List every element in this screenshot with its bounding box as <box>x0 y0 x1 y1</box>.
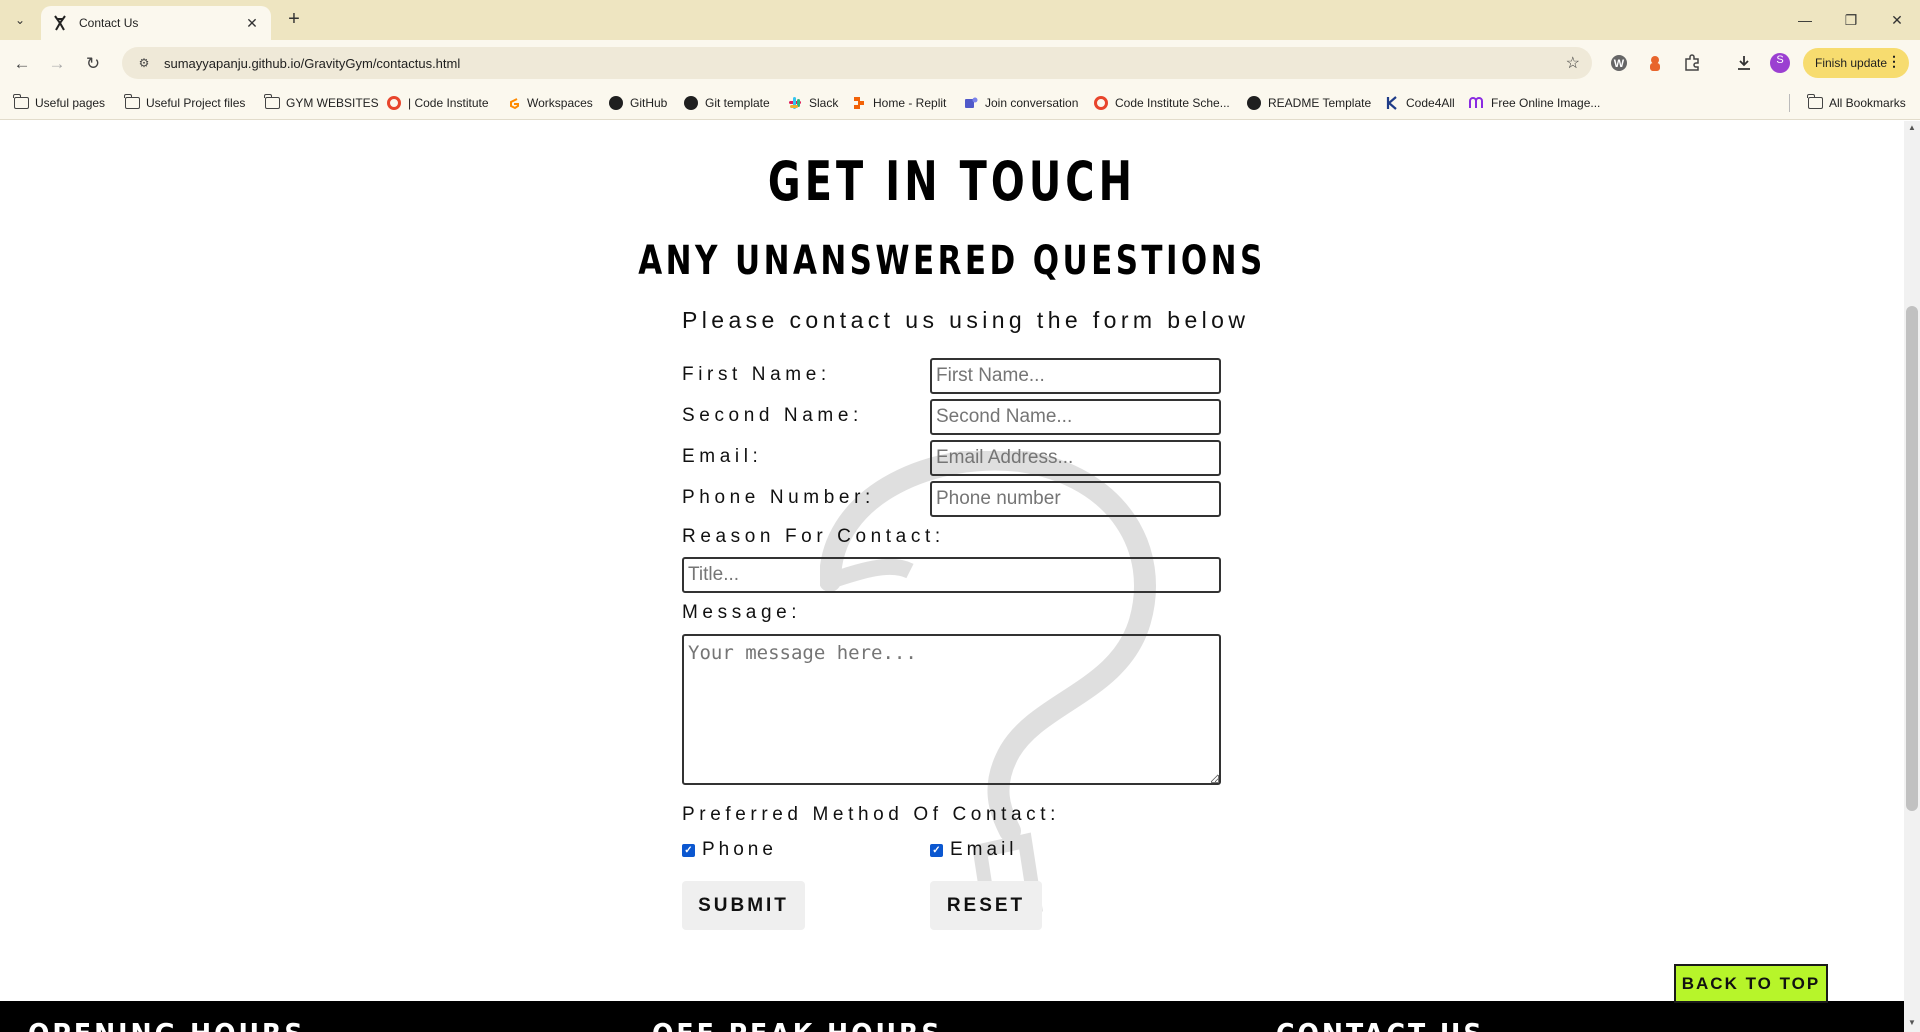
bookmark-star-icon[interactable]: ☆ <box>1566 53 1580 73</box>
extension-orange-icon[interactable] <box>1643 51 1667 75</box>
phone-checkbox[interactable]: ✓ <box>682 844 695 857</box>
bookmark-github[interactable]: GitHub <box>608 94 667 112</box>
reason-input[interactable] <box>682 557 1221 593</box>
bookmark-code-institute[interactable]: | Code Institute <box>386 94 489 112</box>
bookmark-useful-project-files[interactable]: Useful Project files <box>123 94 245 112</box>
footer-off-peak-heading: OFF PEAK HOURS <box>652 1017 943 1032</box>
bookmark-code-institute-schedule[interactable]: Code Institute Sche... <box>1093 94 1230 112</box>
bookmark-readme-template[interactable]: README Template <box>1246 94 1371 112</box>
first-name-label: First Name: <box>682 364 831 385</box>
bookmark-replit[interactable]: Home - Replit <box>851 94 946 112</box>
code-institute-icon <box>386 95 402 111</box>
reload-icon[interactable]: ↻ <box>80 51 106 77</box>
reason-label: Reason For Contact: <box>682 526 945 547</box>
page-subtitle: ANY UNANSWERED QUESTIONS <box>638 238 1266 284</box>
bookmark-workspaces[interactable]: Workspaces <box>505 94 593 112</box>
folder-icon <box>123 94 140 111</box>
finish-update-button[interactable]: Finish update ⋮ <box>1803 48 1909 78</box>
scroll-up-arrow-icon[interactable]: ▲ <box>1906 123 1918 135</box>
bookmark-slack[interactable]: Slack <box>787 94 838 112</box>
profile-avatar[interactable]: S <box>1768 51 1792 75</box>
bookmark-gym-websites[interactable]: GYM WEBSITES <box>263 94 379 112</box>
bookmark-git-template[interactable]: Git template <box>683 94 770 112</box>
replit-icon <box>851 95 867 111</box>
tab-close-icon[interactable]: ✕ <box>243 15 261 32</box>
gitpod-icon <box>505 95 521 111</box>
folder-icon <box>263 94 280 111</box>
teams-icon <box>963 95 979 111</box>
code-institute-icon <box>1093 95 1109 111</box>
tab-contact-us[interactable]: Contact Us ✕ <box>41 6 271 40</box>
bookmarks-bar: Useful pages Useful Project files GYM WE… <box>0 86 1920 120</box>
restore-icon[interactable]: ❐ <box>1828 0 1874 40</box>
footer-contact-heading: CONTACT US <box>1276 1017 1485 1032</box>
image-tool-icon <box>1469 95 1485 111</box>
second-name-label: Second Name: <box>682 405 863 426</box>
profile-initial: S <box>1776 54 1784 66</box>
email-label: Email: <box>682 446 763 467</box>
minimize-icon[interactable]: — <box>1782 0 1828 40</box>
site-footer: OPENING HOURS OFF PEAK HOURS CONTACT US <box>0 1001 1904 1032</box>
code4all-icon <box>1384 95 1400 111</box>
reset-button[interactable]: RESET <box>930 881 1042 930</box>
bookmarks-divider <box>1789 94 1790 112</box>
submit-button[interactable]: SUBMIT <box>682 881 805 930</box>
phone-number-input[interactable] <box>930 481 1221 517</box>
bookmark-free-online-image[interactable]: Free Online Image... <box>1469 94 1600 112</box>
site-favicon-icon <box>51 14 69 32</box>
close-window-icon[interactable]: ✕ <box>1874 0 1920 40</box>
github-icon <box>608 95 624 111</box>
address-bar[interactable]: ⚙ sumayyapanju.github.io/GravityGym/cont… <box>122 47 1592 79</box>
form-intro-text: Please contact us using the form below <box>682 307 1250 333</box>
folder-icon <box>12 94 29 111</box>
tab-title: Contact Us <box>79 16 139 30</box>
back-to-top-button[interactable]: BACK TO TOP <box>1674 964 1828 1003</box>
phone-option-label: Phone <box>702 839 777 860</box>
svg-text:W: W <box>1614 58 1625 70</box>
site-info-icon[interactable]: ⚙ <box>134 53 154 73</box>
scrollbar-thumb[interactable] <box>1906 306 1918 811</box>
footer-opening-hours-heading: OPENING HOURS <box>28 1017 306 1032</box>
bookmark-code4all[interactable]: Code4All <box>1384 94 1455 112</box>
wordpress-extension-icon[interactable]: W <box>1607 51 1631 75</box>
more-menu-icon: ⋮ <box>1887 53 1901 69</box>
preferred-contact-label: Preferred Method Of Contact: <box>682 804 1061 825</box>
bookmark-join-conversation[interactable]: Join conversation <box>963 94 1078 112</box>
textarea-resize-handle[interactable] <box>1211 775 1219 783</box>
finish-update-label: Finish update <box>1815 56 1888 70</box>
email-checkbox[interactable]: ✓ <box>930 844 943 857</box>
slack-icon <box>787 95 803 111</box>
scroll-down-arrow-icon[interactable]: ▼ <box>1906 1018 1918 1030</box>
message-textarea[interactable] <box>682 634 1221 785</box>
tab-search-icon[interactable]: ⌄ <box>8 8 32 32</box>
bookmark-useful-pages[interactable]: Useful pages <box>12 94 105 112</box>
url-text[interactable]: sumayyapanju.github.io/GravityGym/contac… <box>164 56 460 71</box>
back-icon[interactable]: ← <box>9 51 35 77</box>
folder-icon <box>1806 94 1823 111</box>
forward-icon[interactable]: → <box>44 51 70 77</box>
extensions-puzzle-icon[interactable] <box>1680 51 1704 75</box>
bookmark-all-bookmarks[interactable]: All Bookmarks <box>1806 94 1906 112</box>
second-name-input[interactable] <box>930 399 1221 435</box>
github-icon <box>1246 95 1262 111</box>
first-name-input[interactable] <box>930 358 1221 394</box>
page-title: GET IN TOUCH <box>767 150 1137 213</box>
page-viewport: GET IN TOUCH ANY UNANSWERED QUESTIONS Pl… <box>0 121 1904 1032</box>
downloads-icon[interactable] <box>1732 51 1756 75</box>
new-tab-icon[interactable]: + <box>282 8 306 32</box>
github-icon <box>683 95 699 111</box>
email-option-label: Email <box>950 839 1018 860</box>
phone-number-label: Phone Number: <box>682 487 875 508</box>
message-label: Message: <box>682 602 802 623</box>
email-input[interactable] <box>930 440 1221 476</box>
tab-strip: ⌄ Contact Us ✕ + — ❐ ✕ <box>0 0 1920 40</box>
